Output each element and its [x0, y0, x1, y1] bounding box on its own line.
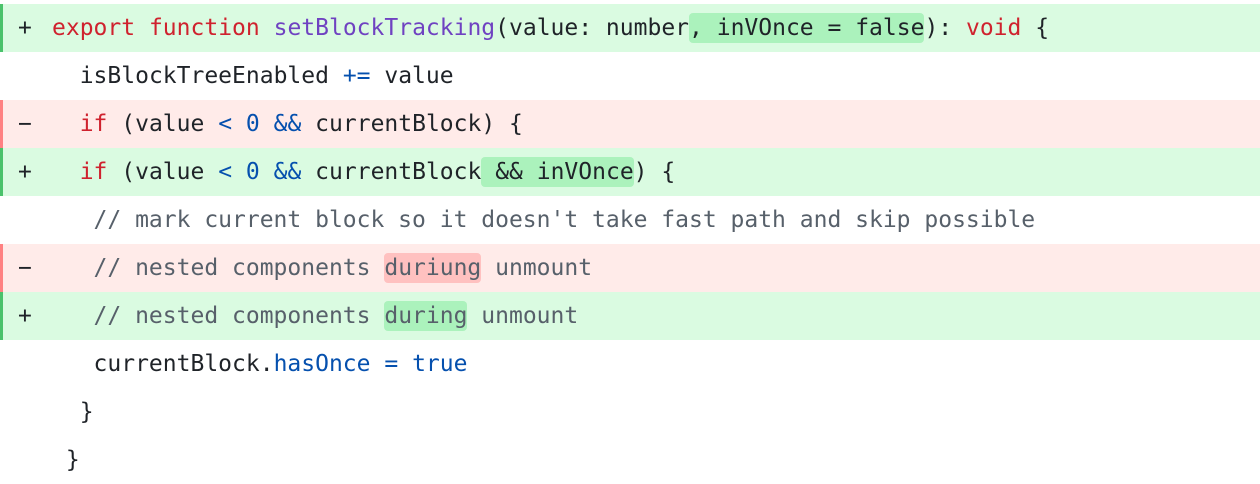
- code-token: currentBlock: [301, 159, 482, 185]
- code-token: function: [148, 15, 260, 41]
- diff-changed-token: && inVOnce: [481, 157, 634, 187]
- code-token: if: [79, 111, 108, 137]
- code-token: // nested components: [93, 303, 385, 329]
- diff-line-code: }: [52, 388, 94, 436]
- diff-line-code: if (value < 0 && currentBlock && inVOnce…: [52, 148, 675, 196]
- diff-line-code: currentBlock.hasOnce = true: [52, 340, 468, 388]
- diff-line-marker: +: [18, 159, 32, 185]
- diff-line-removed[interactable]: − // nested components duriung unmount: [0, 244, 1260, 292]
- code-token: (value: [107, 159, 219, 185]
- diff-changed-token: during: [384, 301, 468, 331]
- diff-line-code: isBlockTreeEnabled += value: [52, 52, 454, 100]
- code-token: true: [412, 351, 468, 377]
- diff-line-removed[interactable]: − if (value < 0 && currentBlock) {: [0, 100, 1260, 148]
- diff-changed-token: duriung: [384, 253, 482, 283]
- code-token: // nested components: [93, 255, 385, 281]
- diff-line-code: if (value < 0 && currentBlock) {: [52, 100, 523, 148]
- diff-line-code: export function setBlockTracking(value: …: [52, 4, 1049, 52]
- diff-line-marker: −: [18, 111, 32, 137]
- code-token: currentBlock) {: [301, 111, 523, 137]
- code-token: +=: [342, 63, 371, 89]
- code-token: setBlockTracking: [273, 15, 496, 41]
- code-token: hasOnce: [273, 351, 371, 377]
- code-token: <: [218, 111, 233, 137]
- code-token: value: [370, 63, 454, 89]
- diff-line-marker: +: [18, 303, 32, 329]
- code-token: ):: [924, 15, 966, 41]
- diff-changed-token: , inVOnce = false: [689, 13, 925, 43]
- code-token: 0: [245, 111, 260, 137]
- code-token: // mark current block so it doesn't take…: [93, 207, 1036, 233]
- code-token: &&: [273, 111, 302, 137]
- diff-line-marker: −: [18, 255, 32, 281]
- code-token: }: [79, 399, 94, 425]
- code-diff-view: + export function setBlockTracking(value:…: [0, 0, 1260, 484]
- diff-line-context[interactable]: currentBlock.hasOnce = true: [0, 340, 1260, 388]
- diff-line-code: // nested components duriung unmount: [52, 244, 592, 292]
- diff-line-context[interactable]: }: [0, 388, 1260, 436]
- diff-line-code: }: [52, 436, 80, 484]
- code-token: =: [384, 351, 399, 377]
- diff-line-added[interactable]: + // nested components during unmount: [0, 292, 1260, 340]
- diff-line-context[interactable]: }: [0, 436, 1260, 484]
- code-token: &&: [273, 159, 302, 185]
- code-token: {: [1021, 15, 1050, 41]
- code-token: export: [52, 15, 136, 41]
- code-token: void: [965, 15, 1022, 41]
- code-token: isBlockTreeEnabled: [79, 63, 343, 89]
- code-token: unmount: [481, 255, 593, 281]
- code-token: ) {: [633, 159, 676, 185]
- code-token: currentBlock.: [93, 351, 274, 377]
- diff-line-context[interactable]: isBlockTreeEnabled += value: [0, 52, 1260, 100]
- diff-line-added[interactable]: + export function setBlockTracking(value:…: [0, 4, 1260, 52]
- code-token: }: [65, 447, 80, 473]
- code-token: if: [79, 159, 108, 185]
- code-token: 0: [245, 159, 260, 185]
- diff-line-added[interactable]: + if (value < 0 && currentBlock && inVOn…: [0, 148, 1260, 196]
- diff-line-code: // nested components during unmount: [52, 292, 578, 340]
- diff-line-context[interactable]: // mark current block so it doesn't take…: [0, 196, 1260, 244]
- diff-line-code: // mark current block so it doesn't take…: [52, 196, 1036, 244]
- diff-line-marker: +: [18, 15, 32, 41]
- code-token: (value: number: [495, 15, 690, 41]
- code-token: <: [218, 159, 233, 185]
- code-token: unmount: [467, 303, 579, 329]
- code-token: (value: [107, 111, 219, 137]
